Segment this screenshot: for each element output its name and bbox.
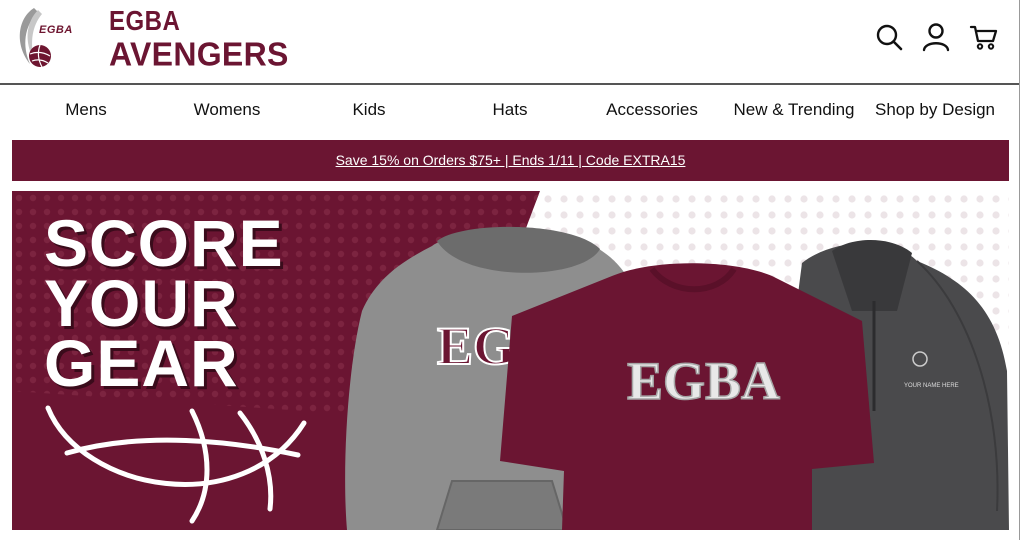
team-logo[interactable]: EGBA [12,4,84,72]
nav-item-new-trending[interactable]: New & Trending [734,100,855,120]
nav-item-womens[interactable]: Womens [194,100,261,120]
account-icon[interactable] [921,22,951,52]
hero-headline-line3: GEAR [44,326,239,400]
main-nav: Mens Womens Kids Hats Accessories New & … [0,85,1024,137]
hero-banner[interactable]: YOUR NAME HERE EGBA EGBA SCORE YOUR GEAR [12,191,1009,530]
hero-headline: SCORE YOUR GEAR [44,206,284,400]
brand-name-line2: AVENGERS [109,34,289,73]
nav-item-shop-by-design[interactable]: Shop by Design [875,100,995,120]
search-icon[interactable] [874,22,904,52]
nav-item-kids[interactable]: Kids [352,100,385,120]
hero-headline-line2: YOUR [44,266,239,340]
nav-item-accessories[interactable]: Accessories [606,100,698,120]
hero-headline-line1: SCORE [44,206,284,280]
nav-item-mens[interactable]: Mens [65,100,107,120]
nav-item-hats[interactable]: Hats [493,100,528,120]
promo-banner: Save 15% on Orders $75+ | Ends 1/11 | Co… [12,140,1009,181]
jacket-name-text: YOUR NAME HERE [904,383,959,389]
tshirt-text: EGBA [627,351,780,411]
logo-text: EGBA [39,24,73,36]
window-edge [1019,0,1024,540]
brand-name-line1: EGBA [109,5,181,37]
site-header: EGBA EGBA AVENGERS [0,0,1024,85]
cart-icon[interactable] [969,22,999,52]
brand-name[interactable]: EGBA AVENGERS [109,5,289,73]
promo-link[interactable]: Save 15% on Orders $75+ | Ends 1/11 | Co… [12,152,1009,168]
